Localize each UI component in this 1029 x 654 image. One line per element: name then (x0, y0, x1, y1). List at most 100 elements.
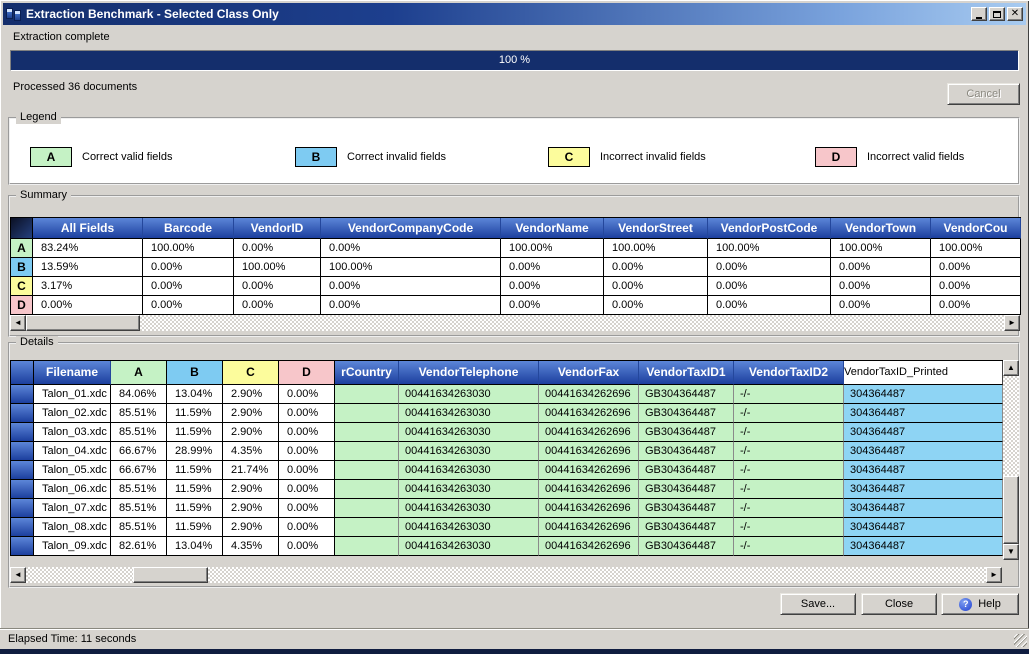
details-cell-c: 2.90% (223, 404, 279, 423)
row-selector[interactable] (11, 461, 34, 480)
summary-column-header: VendorPostCode (708, 218, 831, 239)
details-cell-taxid1: GB304364487 (639, 423, 734, 442)
details-cell-b: 13.04% (167, 537, 223, 556)
summary-row-key-d: D (11, 296, 33, 315)
details-cell-a: 82.61% (111, 537, 167, 556)
details-row: Talon_02.xdc85.51%11.59%2.90%0.00%004416… (11, 404, 1003, 423)
details-cell-fax: 00441634262696 (539, 404, 639, 423)
details-cell-a: 85.51% (111, 518, 167, 537)
row-selector[interactable] (11, 442, 34, 461)
row-selector[interactable] (11, 499, 34, 518)
window-bottom-edge (0, 649, 1029, 654)
legend-swatch-c: C (548, 147, 590, 167)
summary-cell: 0.00% (143, 277, 234, 296)
details-cell-taxid1: GB304364487 (639, 499, 734, 518)
details-cell-b: 11.59% (167, 518, 223, 537)
details-cell-taxid_printed: 304364487 (844, 518, 1003, 537)
summary-cell: 100.00% (321, 258, 501, 277)
details-row: Talon_01.xdc84.06%13.04%2.90%0.00%004416… (11, 385, 1003, 404)
legend-item: CIncorrect invalid fields (548, 147, 706, 167)
summary-row: C3.17%0.00%0.00%0.00%0.00%0.00%0.00%0.00… (11, 277, 1021, 296)
row-selector[interactable] (11, 518, 34, 537)
details-column-header: VendorFax (539, 361, 639, 385)
resize-grip[interactable] (1014, 634, 1027, 647)
details-cell-taxid_printed: 304364487 (844, 404, 1003, 423)
summary-hscrollbar[interactable]: ◄ ► (10, 315, 1020, 331)
save-button[interactable]: Save... (780, 593, 856, 615)
summary-cell: 0.00% (931, 296, 1021, 315)
details-vscrollbar[interactable]: ▲ ▼ (1003, 360, 1019, 560)
row-selector[interactable] (11, 423, 34, 442)
summary-cell: 100.00% (143, 239, 234, 258)
summary-cell: 100.00% (931, 239, 1021, 258)
summary-cell: 100.00% (708, 239, 831, 258)
scroll-right-icon[interactable]: ► (986, 567, 1002, 583)
details-column-header: VendorTaxID1 (639, 361, 734, 385)
details-cell-c: 2.90% (223, 518, 279, 537)
details-row: Talon_04.xdc66.67%28.99%4.35%0.00%004416… (11, 442, 1003, 461)
summary-cell: 3.17% (33, 277, 143, 296)
titlebar[interactable]: Extraction Benchmark - Selected Class On… (3, 3, 1026, 25)
summary-row: A83.24%100.00%0.00%0.00%100.00%100.00%10… (11, 239, 1021, 258)
row-selector[interactable] (11, 385, 34, 404)
legend-groupbox-title: Legend (16, 111, 61, 124)
details-cell-d: 0.00% (279, 499, 335, 518)
summary-cell: 0.00% (234, 296, 321, 315)
legend-item: BCorrect invalid fields (295, 147, 446, 167)
details-cell-country (335, 480, 399, 499)
details-cell-fax: 00441634262696 (539, 518, 639, 537)
details-cell-a: 85.51% (111, 423, 167, 442)
details-cell-a: 85.51% (111, 499, 167, 518)
details-cell-fax: 00441634262696 (539, 499, 639, 518)
summary-cell: 0.00% (501, 258, 604, 277)
details-cell-fax: 00441634262696 (539, 537, 639, 556)
summary-cell: 0.00% (931, 277, 1021, 296)
details-cell-filename: Talon_01.xdc (34, 385, 111, 404)
row-selector[interactable] (11, 480, 34, 499)
scroll-right-icon[interactable]: ► (1004, 315, 1020, 331)
cancel-button[interactable]: Cancel (947, 83, 1020, 105)
scroll-down-icon[interactable]: ▼ (1003, 544, 1019, 560)
details-cell-taxid2: -/- (734, 480, 844, 499)
details-vscroll-thumb[interactable] (1003, 476, 1019, 544)
summary-cell: 0.00% (708, 277, 831, 296)
details-cell-taxid1: GB304364487 (639, 480, 734, 499)
summary-cell: 100.00% (604, 239, 708, 258)
row-selector[interactable] (11, 537, 34, 556)
details-cell-d: 0.00% (279, 518, 335, 537)
summary-cell: 0.00% (321, 239, 501, 258)
scroll-left-icon[interactable]: ◄ (10, 567, 26, 583)
close-button[interactable]: ✕ (1007, 7, 1023, 21)
scroll-up-icon[interactable]: ▲ (1003, 360, 1019, 376)
row-selector[interactable] (11, 404, 34, 423)
scroll-left-icon[interactable]: ◄ (10, 315, 26, 331)
summary-cell: 0.00% (143, 258, 234, 277)
details-cell-c: 2.90% (223, 499, 279, 518)
details-column-header: VendorTaxID_Printed (844, 361, 1003, 385)
details-cell-country (335, 461, 399, 480)
legend-item: DIncorrect valid fields (815, 147, 964, 167)
summary-header-row: All FieldsBarcodeVendorIDVendorCompanyCo… (11, 218, 1021, 239)
summary-cell: 0.00% (321, 277, 501, 296)
details-cell-b: 11.59% (167, 461, 223, 480)
details-cell-a: 85.51% (111, 480, 167, 499)
summary-column-header: All Fields (33, 218, 143, 239)
summary-cell: 0.00% (501, 277, 604, 296)
details-column-header: VendorTelephone (399, 361, 539, 385)
details-hscrollbar[interactable]: ◄ ► (10, 567, 1002, 583)
details-cell-taxid_printed: 304364487 (844, 385, 1003, 404)
details-hscroll-thumb[interactable] (133, 567, 208, 583)
maximize-button[interactable] (989, 7, 1005, 21)
elapsed-time-label: Elapsed Time: 11 seconds (8, 633, 136, 645)
help-button[interactable]: ? Help (941, 593, 1019, 615)
summary-hscroll-thumb[interactable] (26, 315, 140, 331)
details-cell-filename: Talon_09.xdc (34, 537, 111, 556)
summary-cell: 0.00% (831, 277, 931, 296)
details-column-header: Filename (34, 361, 111, 385)
summary-column-header: VendorStreet (604, 218, 708, 239)
minimize-button[interactable] (971, 7, 987, 21)
details-cell-d: 0.00% (279, 385, 335, 404)
details-cell-taxid_printed: 304364487 (844, 423, 1003, 442)
details-cell-a: 84.06% (111, 385, 167, 404)
close-dialog-button[interactable]: Close (861, 593, 937, 615)
